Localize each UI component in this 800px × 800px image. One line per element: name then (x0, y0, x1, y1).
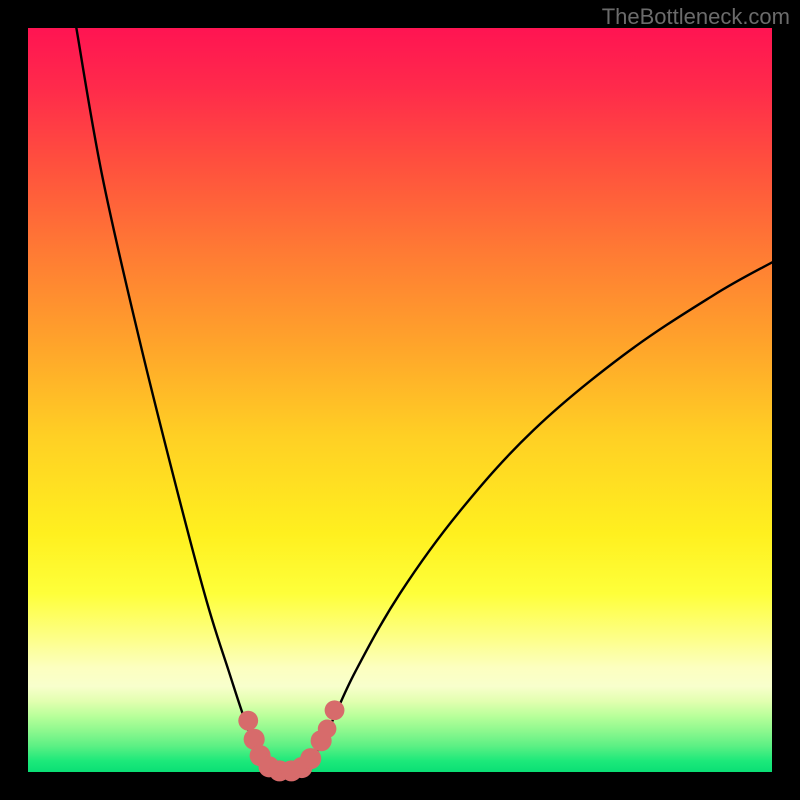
plot-background (28, 28, 772, 772)
watermark-text: TheBottleneck.com (602, 4, 790, 30)
highlight-dot (238, 711, 258, 731)
highlight-dot (300, 748, 321, 769)
bottleneck-chart (0, 0, 800, 800)
highlight-dot (318, 720, 337, 739)
chart-container: TheBottleneck.com (0, 0, 800, 800)
highlight-dot (325, 700, 345, 720)
